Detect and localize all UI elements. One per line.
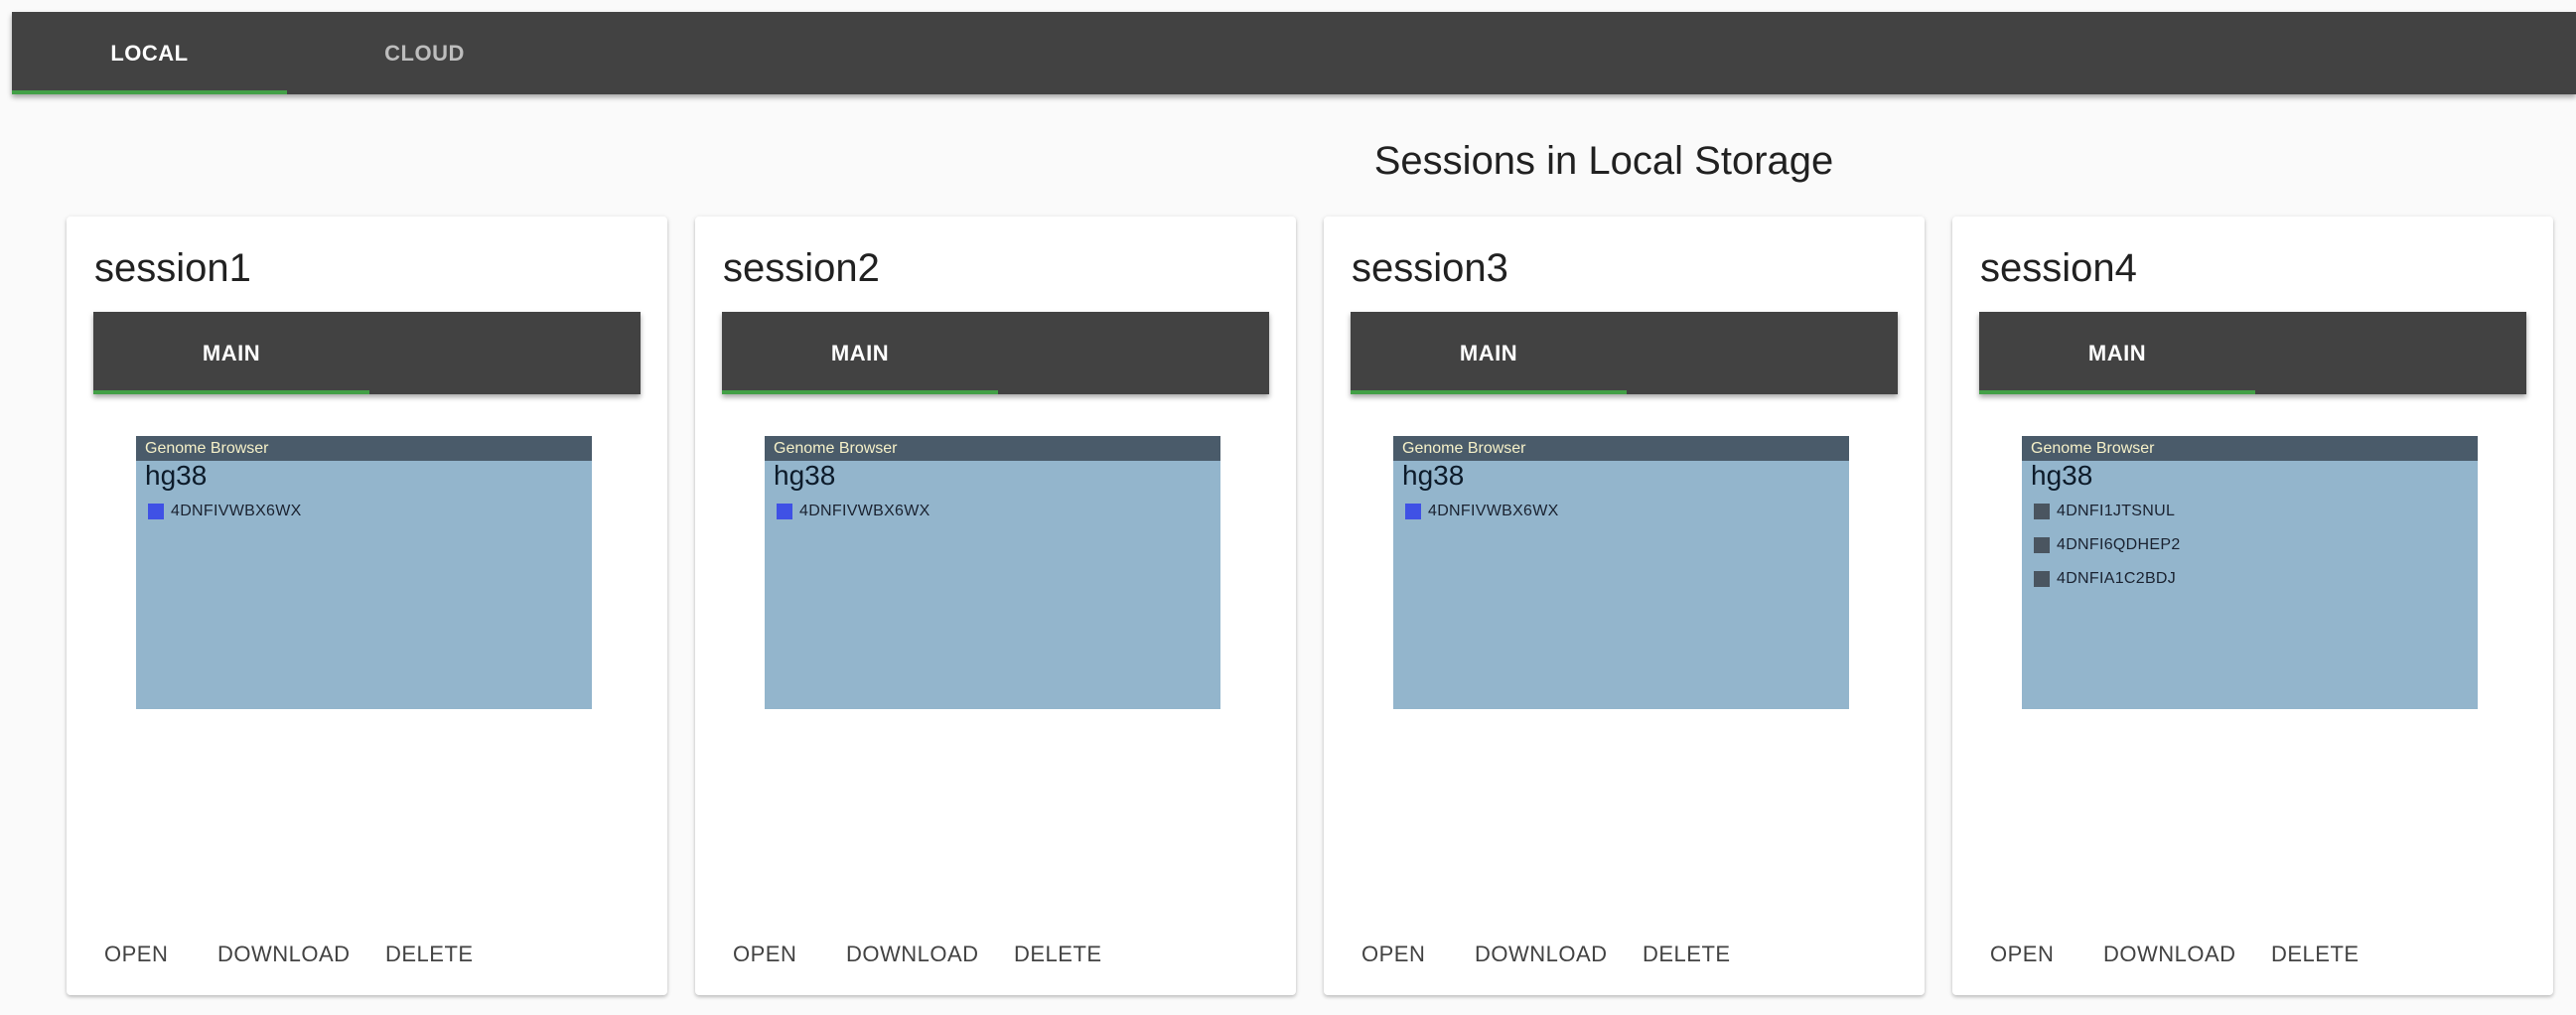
session-card-2: session2 MAIN Genome Browser hg38 4DNFIV… <box>695 217 1296 995</box>
track-color-swatch <box>2034 504 2050 519</box>
open-button[interactable]: OPEN <box>1361 942 1425 967</box>
download-button[interactable]: DOWNLOAD <box>217 942 351 967</box>
active-tab-indicator <box>93 390 369 394</box>
active-tab-indicator <box>12 90 287 94</box>
track-list: 4DNFIVWBX6WX <box>1405 495 1559 528</box>
view-tab-bar: MAIN <box>1979 312 2526 394</box>
track-label: 4DNFIVWBX6WX <box>171 503 302 519</box>
track-label: 4DNFIVWBX6WX <box>1428 503 1559 519</box>
track-color-swatch <box>148 504 164 519</box>
track-color-swatch <box>1405 504 1421 519</box>
track-list: 4DNFIVWBX6WX <box>148 495 302 528</box>
assembly-label: hg38 <box>1402 460 1465 491</box>
track-color-swatch <box>2034 537 2050 553</box>
card-actions: OPEN DOWNLOAD DELETE <box>67 942 667 977</box>
active-tab-indicator <box>722 390 998 394</box>
assembly-label: hg38 <box>145 460 208 491</box>
track-item: 4DNFIVWBX6WX <box>148 495 302 528</box>
download-button[interactable]: DOWNLOAD <box>1475 942 1608 967</box>
open-button[interactable]: OPEN <box>104 942 168 967</box>
tab-main[interactable]: MAIN <box>722 312 998 394</box>
delete-button[interactable]: DELETE <box>2271 942 2360 967</box>
session-card-1: session1 MAIN Genome Browser hg38 4DNFIV… <box>67 217 667 995</box>
open-button[interactable]: OPEN <box>1990 942 2054 967</box>
track-list: 4DNFIVWBX6WX <box>777 495 930 528</box>
tab-main[interactable]: MAIN <box>1351 312 1627 394</box>
track-color-swatch <box>777 504 792 519</box>
track-item: 4DNFIVWBX6WX <box>1405 495 1559 528</box>
card-actions: OPEN DOWNLOAD DELETE <box>1324 942 1925 977</box>
track-label: 4DNFIA1C2BDJ <box>2057 570 2177 587</box>
track-item: 4DNFIA1C2BDJ <box>2034 562 2181 596</box>
genome-browser-header: Genome Browser <box>136 436 592 461</box>
genome-browser-header: Genome Browser <box>1393 436 1849 461</box>
tab-main-label: MAIN <box>202 340 261 365</box>
card-actions: OPEN DOWNLOAD DELETE <box>695 942 1296 977</box>
active-tab-indicator <box>1351 390 1627 394</box>
delete-button[interactable]: DELETE <box>1643 942 1731 967</box>
delete-button[interactable]: DELETE <box>385 942 474 967</box>
tab-local[interactable]: LOCAL <box>12 12 287 94</box>
assembly-label: hg38 <box>2031 460 2093 491</box>
tab-main-label: MAIN <box>830 340 890 365</box>
track-label: 4DNFIVWBX6WX <box>799 503 930 519</box>
tab-main-label: MAIN <box>1459 340 1518 365</box>
genome-browser-header: Genome Browser <box>765 436 1220 461</box>
view-tab-bar: MAIN <box>93 312 641 394</box>
track-list: 4DNFI1JTSNUL 4DNFI6QDHEP2 4DNFIA1C2BDJ <box>2034 495 2181 596</box>
tab-local-label: LOCAL <box>110 40 189 66</box>
session-title: session4 <box>1980 246 2137 290</box>
card-actions: OPEN DOWNLOAD DELETE <box>1952 942 2553 977</box>
page-title: Sessions in Local Storage <box>1373 139 1834 183</box>
track-item: 4DNFI1JTSNUL <box>2034 495 2181 528</box>
genome-browser-preview[interactable]: Genome Browser hg38 4DNFIVWBX6WX <box>765 436 1220 709</box>
session-title: session3 <box>1352 246 1508 290</box>
track-color-swatch <box>2034 571 2050 587</box>
genome-browser-preview[interactable]: Genome Browser hg38 4DNFIVWBX6WX <box>136 436 592 709</box>
tab-main[interactable]: MAIN <box>1979 312 2255 394</box>
track-label: 4DNFI6QDHEP2 <box>2057 536 2181 553</box>
genome-browser-header: Genome Browser <box>2022 436 2478 461</box>
assembly-label: hg38 <box>774 460 836 491</box>
download-button[interactable]: DOWNLOAD <box>846 942 979 967</box>
download-button[interactable]: DOWNLOAD <box>2103 942 2236 967</box>
view-tab-bar: MAIN <box>722 312 1269 394</box>
genome-browser-preview[interactable]: Genome Browser hg38 4DNFI1JTSNUL 4DNFI6Q… <box>2022 436 2478 709</box>
view-tab-bar: MAIN <box>1351 312 1898 394</box>
session-card-4: session4 MAIN Genome Browser hg38 4DNFI1… <box>1952 217 2553 995</box>
top-app-bar: LOCAL CLOUD <box>12 12 2576 94</box>
track-item: 4DNFIVWBX6WX <box>777 495 930 528</box>
tab-main[interactable]: MAIN <box>93 312 369 394</box>
genome-browser-preview[interactable]: Genome Browser hg38 4DNFIVWBX6WX <box>1393 436 1849 709</box>
track-item: 4DNFI6QDHEP2 <box>2034 528 2181 562</box>
session-title: session1 <box>94 246 251 290</box>
delete-button[interactable]: DELETE <box>1014 942 1102 967</box>
track-label: 4DNFI1JTSNUL <box>2057 503 2176 519</box>
session-title: session2 <box>723 246 880 290</box>
tab-cloud-label: CLOUD <box>384 40 465 66</box>
tab-main-label: MAIN <box>2087 340 2147 365</box>
active-tab-indicator <box>1979 390 2255 394</box>
session-card-3: session3 MAIN Genome Browser hg38 4DNFIV… <box>1324 217 1925 995</box>
tab-cloud[interactable]: CLOUD <box>287 12 562 94</box>
open-button[interactable]: OPEN <box>733 942 796 967</box>
